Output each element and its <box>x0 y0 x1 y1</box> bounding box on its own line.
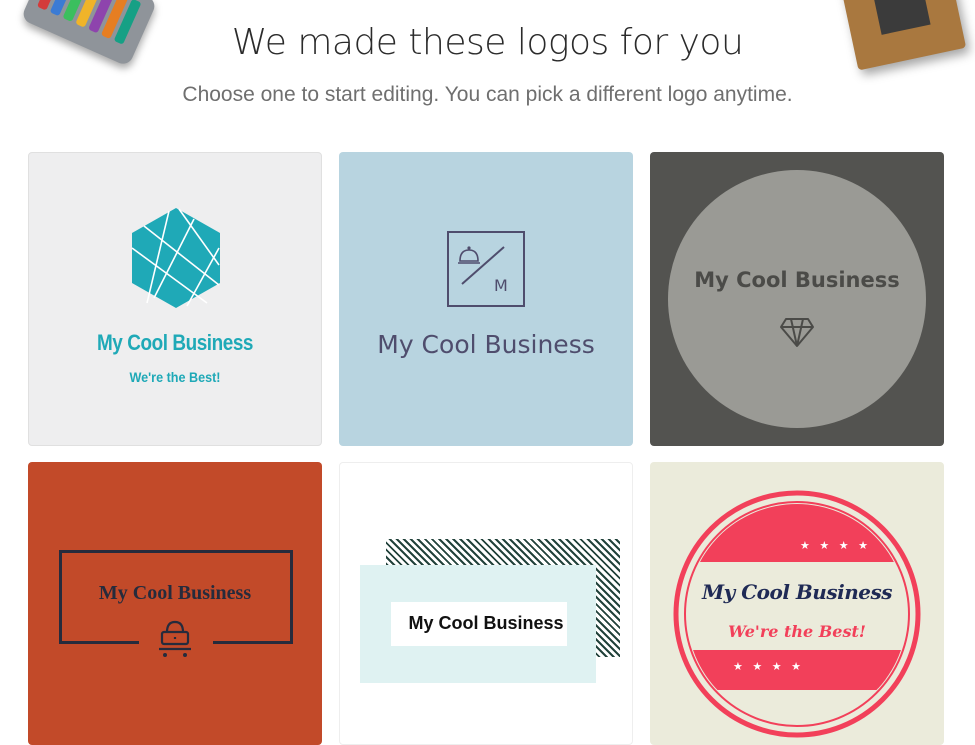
logo-tagline: We're the Best! <box>129 369 221 385</box>
logo-card-6[interactable]: ★ ★ ★ ★ ★ ★ ★ ★ My Cool Business We're t… <box>650 462 944 745</box>
logo-tagline: We're the Best! <box>728 622 866 641</box>
logo-card-2[interactable]: M My Cool Business <box>339 152 633 446</box>
logo-card-1[interactable]: My Cool Business We're the Best! <box>28 152 322 446</box>
logo-name: My Cool Business <box>96 330 254 355</box>
logo-card-5[interactable]: My Cool Business <box>339 462 633 745</box>
page-title: We made these logos for you <box>231 22 744 63</box>
geometric-hexagon-icon <box>131 208 220 308</box>
logo-name: My Cool Business <box>702 580 892 604</box>
logo-name: My Cool Business <box>408 613 564 633</box>
logo-name: My Cool Business <box>377 330 595 359</box>
logo-card-3[interactable]: My Cool Business <box>650 152 944 446</box>
bag-icon <box>159 620 191 657</box>
page-subtitle: Choose one to start editing. You can pic… <box>182 83 793 106</box>
logo-monogram: M <box>494 276 508 295</box>
bell-icon <box>447 231 525 307</box>
stars-bottom: ★ ★ ★ ★ <box>733 660 804 673</box>
diamond-icon <box>780 318 814 347</box>
stars-top: ★ ★ ★ ★ <box>800 539 871 552</box>
logo-card-4[interactable]: My Cool Business <box>28 462 322 745</box>
